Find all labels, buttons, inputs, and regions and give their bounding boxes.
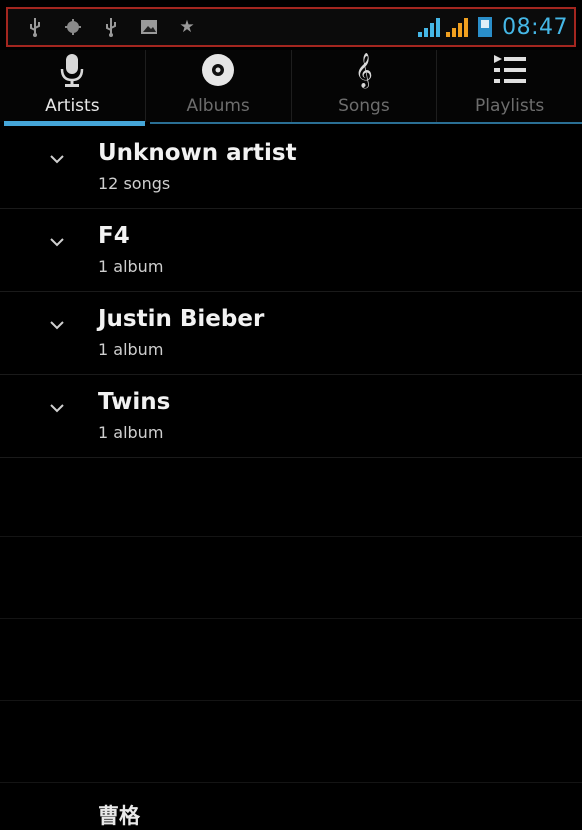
library-tab-bar: Artists Albums 𝄞 Songs Playlists (0, 50, 582, 126)
divider (0, 536, 582, 537)
artist-detail: 1 album (98, 423, 164, 442)
image-icon (138, 16, 160, 38)
treble-clef-icon: 𝄞 (355, 52, 373, 88)
chevron-down-icon[interactable] (50, 320, 64, 334)
star-icon: ★ (179, 17, 195, 37)
tab-albums[interactable]: Albums (144, 50, 291, 122)
chevron-down-icon[interactable] (50, 237, 64, 251)
chevron-down-icon[interactable] (50, 154, 64, 168)
android-debug-icon (62, 16, 84, 38)
list-item-partial[interactable]: 曹格 (98, 800, 140, 830)
artist-detail: 1 album (98, 257, 164, 276)
battery-icon (478, 17, 493, 37)
artist-detail: 1 album (98, 340, 164, 359)
tab-label: Artists (45, 96, 100, 116)
artist-name: Twins (98, 389, 171, 415)
microphone-icon (59, 50, 85, 90)
tab-label: Playlists (474, 96, 545, 116)
playlist-icon (493, 50, 526, 90)
usb-icon (100, 16, 122, 38)
divider (0, 782, 582, 783)
artist-name: F4 (98, 223, 130, 249)
chevron-down-icon[interactable] (50, 403, 64, 417)
disc-icon (200, 50, 236, 90)
artist-detail: 12 songs (98, 174, 171, 193)
signal-strength-icon (446, 17, 469, 37)
tab-playlists[interactable]: Playlists (436, 50, 582, 122)
artist-name: Justin Bieber (98, 306, 265, 332)
artist-name: Unknown artist (98, 140, 297, 166)
list-item[interactable]: Unknown artist 12 songs (0, 126, 582, 209)
list-item[interactable]: F4 1 album (0, 209, 582, 292)
tab-label: Songs (338, 96, 390, 116)
usb-icon (24, 16, 46, 38)
divider (0, 618, 582, 619)
status-bar: ★ 08:47 (6, 7, 576, 47)
status-indicators: 08:47 (418, 15, 574, 40)
divider (0, 700, 582, 701)
list-item[interactable]: Twins 1 album (0, 375, 582, 458)
status-clock: 08:47 (502, 14, 568, 40)
list-item[interactable]: Justin Bieber 1 album (0, 292, 582, 375)
tab-divider (150, 122, 582, 124)
tab-songs[interactable]: 𝄞 Songs (290, 50, 437, 122)
tab-artists[interactable]: Artists (0, 50, 145, 126)
tab-label: Albums (186, 96, 250, 116)
notification-icons: ★ (8, 16, 198, 38)
signal-strength-icon (418, 17, 441, 37)
artist-list: Unknown artist 12 songs F4 1 album Justi… (0, 126, 582, 458)
